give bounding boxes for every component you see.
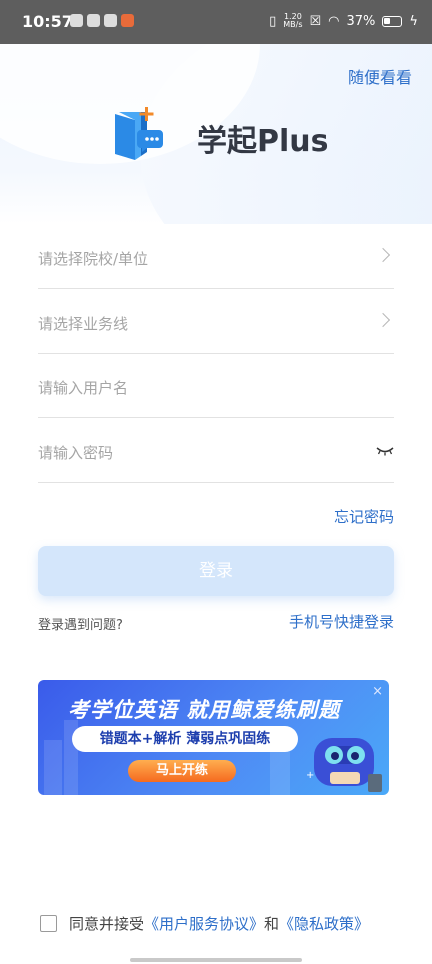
status-notification-icons: [70, 14, 134, 27]
status-right: ▯ 1.20 MB/s ☒ ◠ 37% ϟ: [269, 13, 418, 29]
school-select-placeholder: 请选择院校/单位: [38, 250, 149, 268]
net-speed-unit: MB/s: [283, 20, 303, 29]
business-line-select[interactable]: 请选择业务线: [38, 289, 394, 354]
app-notification-icon: [87, 14, 100, 27]
forgot-password-link[interactable]: 忘记密码: [334, 506, 394, 527]
status-bar: 10:57 ▯ 1.20 MB/s ☒ ◠ 37% ϟ: [0, 0, 432, 44]
decorative-building: [44, 740, 62, 795]
agreement-prefix: 同意并接受: [69, 915, 145, 933]
wifi-icon: ◠: [328, 13, 340, 29]
eye-closed-icon[interactable]: [376, 446, 394, 456]
user-agreement-link[interactable]: 《用户服务协议》: [144, 913, 264, 934]
username-placeholder: 请输入用户名: [38, 379, 129, 397]
username-input[interactable]: 请输入用户名: [38, 353, 394, 418]
charging-icon: ϟ: [409, 13, 418, 29]
privacy-policy-link[interactable]: 《隐私政策》: [279, 913, 369, 934]
agreement-row: 同意并接受 《用户服务协议》 和 《隐私政策》: [40, 913, 369, 934]
password-input[interactable]: 请输入密码: [38, 418, 394, 483]
agreement-checkbox[interactable]: [40, 915, 57, 932]
sim-icon: ☒: [309, 13, 322, 29]
app-name: 学起Plus: [197, 124, 329, 159]
vibrate-icon: ▯: [269, 13, 277, 29]
chevron-right-icon: [375, 312, 391, 328]
battery-icon: [382, 15, 403, 27]
banner-title: 考学位英语 就用鲸爱练刷题: [68, 698, 341, 722]
status-time: 10:57: [22, 12, 73, 31]
business-line-placeholder: 请选择业务线: [38, 315, 129, 333]
agreement-and: 和: [264, 915, 280, 933]
battery-percent: 37%: [346, 13, 376, 29]
banner-subtitle: 错题本+解析 薄弱点巩固练: [72, 726, 298, 752]
phone-quick-login-link[interactable]: 手机号快捷登录: [289, 611, 394, 632]
banner-start-button[interactable]: 马上开练: [128, 760, 236, 782]
promo-banner[interactable]: 考学位英语 就用鲸爱练刷题 错题本+解析 薄弱点巩固练 马上开练 × +: [38, 680, 389, 795]
net-speed: 1.20 MB/s: [283, 13, 302, 29]
login-problem-link[interactable]: 登录遇到问题?: [38, 614, 123, 633]
app-notification-icon: [121, 14, 134, 27]
app-logo-icon: [115, 107, 163, 160]
home-indicator[interactable]: [130, 958, 302, 962]
chevron-right-icon: [375, 247, 391, 263]
svg-text:+: +: [306, 770, 314, 781]
app-notification-icon: [70, 14, 83, 27]
login-button[interactable]: 登录: [38, 546, 394, 596]
password-placeholder: 请输入密码: [38, 444, 114, 462]
banner-close-icon[interactable]: ×: [372, 684, 383, 699]
whale-mascot-icon: +: [306, 738, 382, 792]
browse-as-guest-link[interactable]: 随便看看: [348, 64, 412, 88]
school-select[interactable]: 请选择院校/单位: [38, 224, 394, 289]
app-notification-icon: [104, 14, 117, 27]
